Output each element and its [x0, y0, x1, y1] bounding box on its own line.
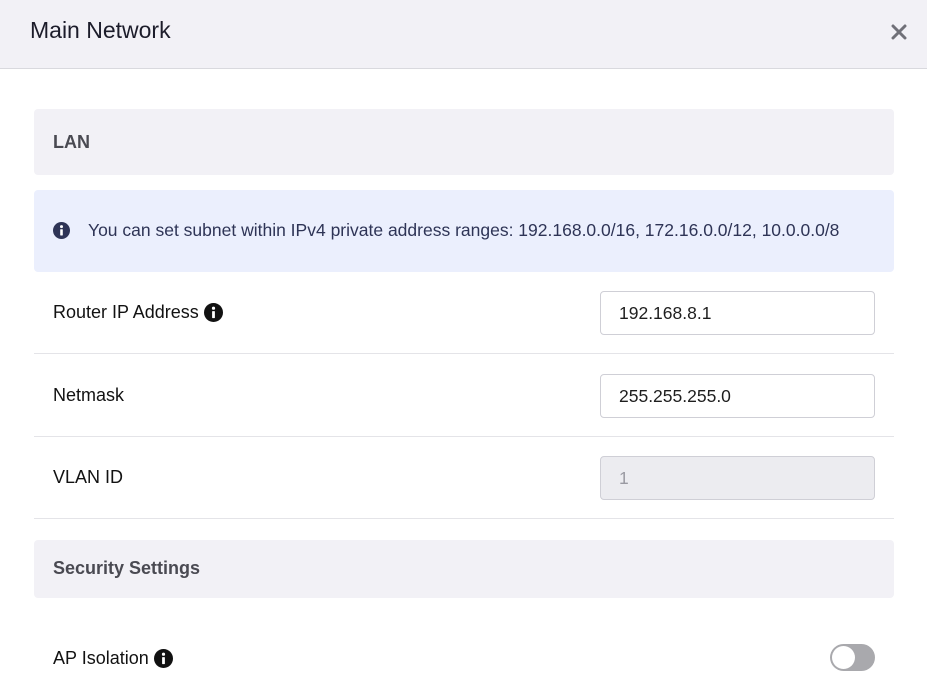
- section-header-lan: LAN: [34, 109, 894, 175]
- router-ip-label-wrap: Router IP Address: [53, 302, 223, 323]
- ap-isolation-label-wrap: AP Isolation: [53, 648, 173, 669]
- vlan-id-label-wrap: VLAN ID: [53, 467, 123, 488]
- modal-header: Main Network: [0, 0, 927, 69]
- modal-title: Main Network: [30, 17, 171, 43]
- close-button[interactable]: [886, 19, 912, 45]
- info-circle-icon[interactable]: [203, 303, 223, 322]
- router-ip-row: Router IP Address: [34, 272, 894, 354]
- netmask-label: Netmask: [53, 385, 125, 405]
- toggle-knob: [832, 646, 855, 669]
- netmask-input[interactable]: [600, 374, 875, 418]
- ap-isolation-toggle[interactable]: [830, 644, 875, 671]
- info-circle-icon[interactable]: [153, 649, 173, 668]
- netmask-row: Netmask: [34, 355, 894, 437]
- vlan-id-row: VLAN ID: [34, 437, 894, 519]
- section-title-lan: LAN: [53, 132, 90, 152]
- vlan-id-input: [600, 456, 875, 500]
- vlan-id-label: VLAN ID: [53, 467, 124, 487]
- info-banner-text: You can set subnet within IPv4 private a…: [88, 220, 840, 240]
- section-title-security: Security Settings: [53, 558, 201, 578]
- netmask-label-wrap: Netmask: [53, 385, 124, 406]
- ap-isolation-label: AP Isolation: [53, 648, 149, 668]
- ap-isolation-row: AP Isolation: [34, 622, 894, 700]
- info-circle-icon: [53, 222, 70, 244]
- info-banner: You can set subnet within IPv4 private a…: [34, 190, 894, 272]
- section-header-security: Security Settings: [34, 540, 894, 598]
- close-icon: [891, 24, 907, 40]
- router-ip-input[interactable]: [600, 291, 875, 335]
- router-ip-label: Router IP Address: [53, 302, 199, 322]
